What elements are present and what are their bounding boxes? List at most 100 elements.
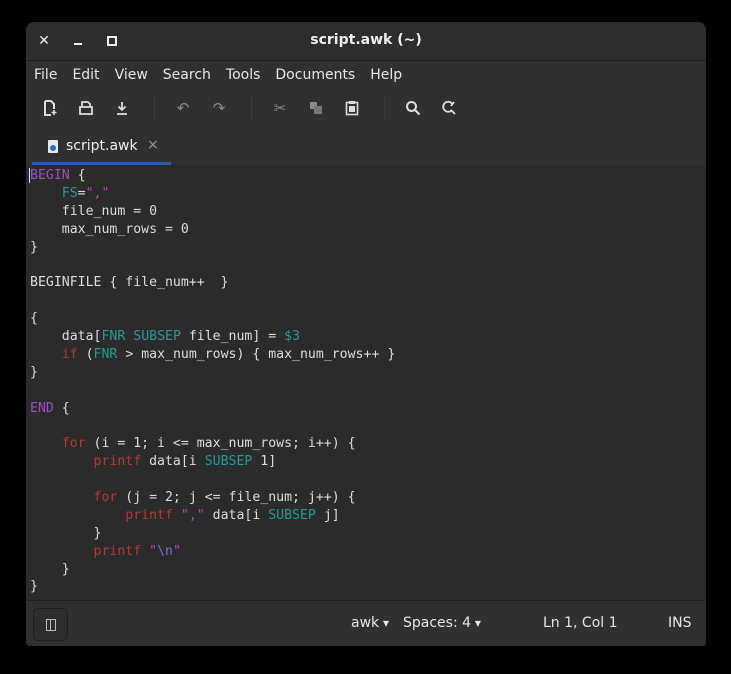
save-file-icon[interactable] <box>110 96 134 120</box>
menu-search[interactable]: Search <box>163 67 211 83</box>
code-line: } <box>26 239 706 257</box>
code-token: { <box>69 168 86 183</box>
toolbar-divider <box>384 95 385 121</box>
code-token: } <box>30 364 38 380</box>
code-token: file_num] = <box>180 329 285 345</box>
insert-mode: INS <box>668 615 692 631</box>
code-line: } <box>26 561 706 579</box>
menu-view[interactable]: View <box>115 67 148 83</box>
code-token: BEGINFILE { file_num++ } <box>30 275 229 291</box>
code-token: printf <box>125 507 173 523</box>
code-token: } <box>30 561 70 577</box>
code-token: FNR <box>101 329 126 345</box>
code-line: printf "," data[i SUBSEP j] <box>26 507 706 525</box>
editor-window: ✕ script.awk (~) File Edit View Search T… <box>26 22 706 646</box>
code-token: SUBSEP <box>133 329 181 345</box>
code-token: (j = 2; j <= file_num; j++) { <box>117 490 356 506</box>
close-tab-icon[interactable]: × <box>147 137 159 153</box>
toolbar: ↶ ↷ ✂ <box>26 88 706 128</box>
paste-icon[interactable] <box>340 96 364 120</box>
code-token: if <box>61 346 78 362</box>
toolbar-divider <box>154 95 155 121</box>
code-line: END { <box>26 400 706 418</box>
language-dropdown[interactable]: awk <box>351 615 389 631</box>
code-line: printf "\n" <box>26 543 706 561</box>
code-line: for (i = 1; i <= max_num_rows; i++) { <box>26 435 706 453</box>
window-title: script.awk (~) <box>310 32 422 48</box>
tab-bar: script.awk × <box>26 128 706 166</box>
indent-dropdown[interactable]: Spaces: 4 <box>403 615 481 631</box>
code-token: j] <box>315 507 340 523</box>
code-token: SUBSEP <box>268 507 316 523</box>
code-line: if (FNR > max_num_rows) { max_num_rows++… <box>26 346 706 364</box>
file-icon <box>48 140 58 153</box>
search-replace-icon[interactable] <box>437 96 461 120</box>
code-line: printf data[i SUBSEP 1] <box>26 453 706 471</box>
code-token: " <box>172 543 181 559</box>
code-token: FNR <box>93 346 118 362</box>
side-panel-icon <box>45 618 56 631</box>
code-token: "," <box>85 185 110 201</box>
status-bar: awk Spaces: 4 Ln 1, Col 1 INS <box>26 600 706 646</box>
code-token: printf <box>93 543 142 559</box>
text-cursor <box>29 168 30 183</box>
code-token: (i = 1; i <= max_num_rows; i++) { <box>85 436 356 452</box>
code-token: { <box>53 400 70 416</box>
code-token: "," <box>180 507 205 523</box>
code-line: file_num = 0 <box>26 203 706 221</box>
code-line: max_num_rows = 0 <box>26 221 706 239</box>
undo-icon[interactable]: ↶ <box>171 96 195 120</box>
code-token: } <box>30 579 38 595</box>
menu-help[interactable]: Help <box>370 67 402 83</box>
menu-tools[interactable]: Tools <box>226 67 261 83</box>
tab-script-awk[interactable]: script.awk × <box>32 128 171 166</box>
code-token: 1] <box>252 454 277 470</box>
menu-documents[interactable]: Documents <box>275 67 355 83</box>
menu-edit[interactable]: Edit <box>72 67 99 83</box>
menu-bar: File Edit View Search Tools Documents He… <box>26 61 706 88</box>
cut-icon[interactable]: ✂ <box>268 96 292 120</box>
open-file-icon[interactable] <box>74 96 98 120</box>
code-line: BEGINFILE { file_num++ } <box>26 274 706 292</box>
new-file-icon[interactable] <box>38 96 62 120</box>
code-token: } <box>30 525 102 541</box>
menu-file[interactable]: File <box>34 67 57 83</box>
code-editor[interactable]: BEGIN { FS="," file_num = 0 max_num_rows… <box>26 165 706 601</box>
code-token: { <box>30 311 38 327</box>
code-line: } <box>26 364 706 382</box>
code-token: " <box>149 543 158 559</box>
toolbar-divider <box>251 95 252 121</box>
cursor-position: Ln 1, Col 1 <box>543 615 618 631</box>
code-token: for <box>93 490 118 506</box>
code-token: } <box>30 239 38 255</box>
code-token: \n <box>157 543 173 559</box>
code-line: BEGIN { <box>26 167 706 185</box>
code-token: BEGIN <box>30 168 70 183</box>
title-bar: ✕ script.awk (~) <box>26 22 706 61</box>
code-line: FS="," <box>26 185 706 203</box>
code-token: data[i <box>141 454 205 470</box>
search-icon[interactable] <box>401 96 425 120</box>
code-line: } <box>26 525 706 543</box>
code-token: SUBSEP <box>204 454 253 470</box>
code-token: FS <box>61 185 78 201</box>
code-token: printf <box>93 454 142 470</box>
code-line: data[FNR SUBSEP file_num] = $3 <box>26 328 706 346</box>
redo-icon[interactable]: ↷ <box>207 96 231 120</box>
code-line: } <box>26 578 706 596</box>
copy-icon[interactable] <box>304 96 328 120</box>
code-token: = <box>77 185 86 201</box>
side-panel-toggle-button[interactable] <box>33 608 68 641</box>
